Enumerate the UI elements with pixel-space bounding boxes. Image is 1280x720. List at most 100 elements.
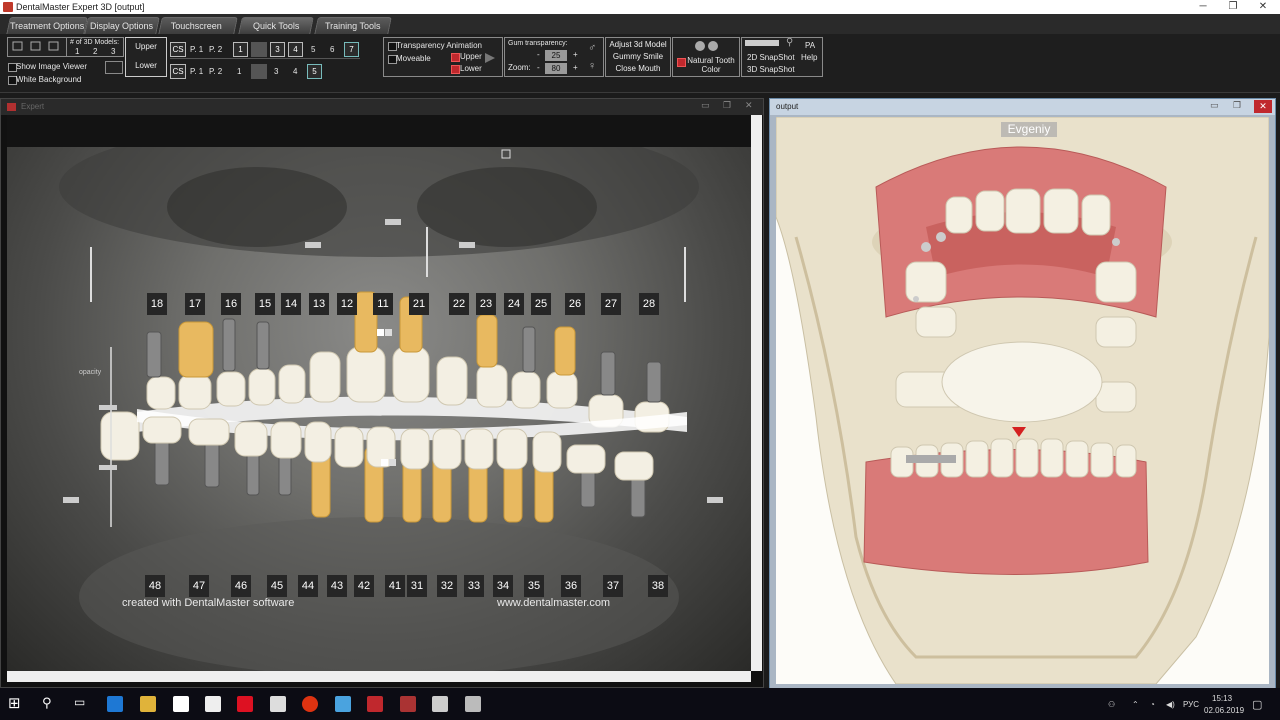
model-2-button[interactable]: 2	[93, 47, 97, 56]
teeth-model[interactable]	[7, 147, 751, 671]
horizontal-scrollbar[interactable]	[7, 671, 751, 682]
expert-minimize-button[interactable]: ▭	[701, 100, 710, 111]
layout-icon[interactable]	[105, 61, 123, 74]
view-mode-icons[interactable]	[8, 38, 66, 56]
lower-button[interactable]: Lower	[126, 60, 166, 72]
lower-tooth-label-33[interactable]: 33	[464, 575, 484, 597]
lower-tooth-label-45[interactable]: 45	[267, 575, 287, 597]
snapshot-3d-button[interactable]: 3D SnapShot	[747, 65, 795, 74]
output-maximize-button[interactable]: ❐	[1233, 100, 1241, 111]
upper-tooth-label-25[interactable]: 25	[531, 293, 551, 315]
upper-tooth-label-17[interactable]: 17	[185, 293, 205, 315]
volume-icon[interactable]: ◀)	[1166, 700, 1175, 709]
expert-close-button[interactable]: ✕	[745, 100, 753, 111]
skull-model[interactable]	[776, 117, 1269, 684]
play-icon[interactable]	[484, 52, 496, 64]
pa-button[interactable]: PA	[805, 41, 815, 50]
cs-lower-button[interactable]: CS	[170, 64, 186, 79]
expert-maximize-button[interactable]: ❐	[723, 100, 731, 111]
gum-plus-button[interactable]: +	[573, 50, 578, 59]
task-view-icon[interactable]: ▭	[74, 695, 85, 709]
explorer-icon[interactable]	[140, 696, 156, 712]
upper-tooth-label-24[interactable]: 24	[504, 293, 524, 315]
upper-6-button[interactable]: 6	[330, 45, 334, 54]
edge-icon[interactable]	[107, 696, 123, 712]
natural-tooth-color-checkbox[interactable]	[677, 58, 686, 67]
gummy-smile-button[interactable]: Gummy Smile	[606, 51, 670, 63]
dentalmaster3d-icon[interactable]	[400, 696, 416, 712]
maximize-button[interactable]: ❐	[1216, 0, 1250, 14]
upper-tooth-label-28[interactable]: 28	[639, 293, 659, 315]
printer-icon[interactable]	[432, 696, 448, 712]
lower-5-button[interactable]: 5	[307, 64, 322, 79]
people-icon[interactable]: ⚇	[1108, 700, 1115, 709]
upper-tooth-label-15[interactable]: 15	[255, 293, 275, 315]
lower-3-button[interactable]: 3	[274, 67, 278, 76]
clock-date[interactable]: 02.06.2019	[1204, 706, 1244, 715]
lower-tooth-label-36[interactable]: 36	[561, 575, 581, 597]
lower-tooth-label-47[interactable]: 47	[189, 575, 209, 597]
upper-tooth-label-14[interactable]: 14	[281, 293, 301, 315]
upper-7-button[interactable]: 7	[344, 42, 359, 57]
upper-tooth-label-11[interactable]: 11	[373, 293, 393, 315]
gum-minus-button[interactable]: -	[537, 50, 540, 59]
language-indicator[interactable]: РУС	[1183, 700, 1199, 709]
lower-2-button[interactable]	[251, 64, 267, 79]
lower-tooth-label-38[interactable]: 38	[648, 575, 668, 597]
upper-1-button[interactable]: 1	[233, 42, 248, 57]
tab-display-options[interactable]: Display Options	[84, 17, 160, 35]
monitor-icon[interactable]	[335, 696, 351, 712]
document-icon[interactable]	[173, 696, 189, 712]
store-icon[interactable]	[205, 696, 221, 712]
minimize-button[interactable]: ─	[1186, 0, 1220, 14]
output-minimize-button[interactable]: ▭	[1210, 100, 1219, 111]
dentalmaster-icon[interactable]	[367, 696, 383, 712]
lower-tooth-label-32[interactable]: 32	[437, 575, 457, 597]
lower-tooth-label-34[interactable]: 34	[493, 575, 513, 597]
lower-tooth-label-35[interactable]: 35	[524, 575, 544, 597]
p2-upper-button[interactable]: P. 2	[209, 45, 222, 54]
vertical-scrollbar[interactable]	[751, 115, 762, 671]
close-button[interactable]: ✕	[1246, 0, 1280, 14]
clock-time[interactable]: 15:13	[1212, 694, 1232, 703]
upper-tooth-label-23[interactable]: 23	[476, 293, 496, 315]
output-close-button[interactable]: ✕	[1254, 100, 1272, 113]
adjust-3d-model-button[interactable]: Adjust 3d Model	[606, 39, 670, 51]
lower-1-button[interactable]: 1	[237, 67, 241, 76]
tab-training-tools[interactable]: Training Tools	[314, 17, 392, 35]
start-button[interactable]: ⊞	[8, 694, 21, 712]
cs-upper-button[interactable]: CS	[170, 42, 186, 57]
lower-tooth-label-43[interactable]: 43	[327, 575, 347, 597]
upper-4-button[interactable]: 4	[288, 42, 303, 57]
lower-tooth-label-48[interactable]: 48	[145, 575, 165, 597]
lower-tooth-label-31[interactable]: 31	[407, 575, 427, 597]
search-icon[interactable]: ⚲	[42, 695, 52, 711]
snapshot-2d-button[interactable]: 2D SnapShot	[747, 53, 795, 62]
lower-tooth-label-37[interactable]: 37	[603, 575, 623, 597]
3d-model-viewport[interactable]: Evgeniy	[776, 117, 1269, 684]
lower-tooth-label-41[interactable]: 41	[385, 575, 405, 597]
upper-tooth-label-18[interactable]: 18	[147, 293, 167, 315]
female-icon[interactable]: ♀	[588, 60, 596, 72]
upper-3-button[interactable]: 3	[270, 42, 285, 57]
upper-tooth-label-27[interactable]: 27	[601, 293, 621, 315]
upper-tooth-label-22[interactable]: 22	[449, 293, 469, 315]
anim-upper-checkbox[interactable]	[451, 53, 460, 62]
tab-quick-tools[interactable]: Quick Tools	[238, 17, 314, 35]
upper-2-button[interactable]	[251, 42, 267, 57]
mail-icon[interactable]	[270, 696, 286, 712]
upper-tooth-label-26[interactable]: 26	[565, 293, 585, 315]
p2-lower-button[interactable]: P. 2	[209, 67, 222, 76]
network-icon[interactable]: ◔	[1150, 700, 1155, 709]
panoramic-xray-canvas[interactable]: opacity 18 17 16 15 14 13 12 11 21 22 23 24 25 26 27 28…	[7, 147, 751, 671]
yandex-icon[interactable]	[237, 696, 253, 712]
anim-lower-checkbox[interactable]	[451, 65, 460, 74]
p1-lower-button[interactable]: P. 1	[190, 67, 203, 76]
lower-tooth-label-42[interactable]: 42	[354, 575, 374, 597]
tab-touchscreen-tools[interactable]: Touchscreen Tools	[158, 17, 238, 47]
zoom-plus-button[interactable]: +	[573, 63, 578, 72]
model-3-button[interactable]: 3	[111, 47, 115, 56]
tray-chevron-icon[interactable]: ⌃	[1132, 700, 1139, 709]
upper-tooth-label-13[interactable]: 13	[309, 293, 329, 315]
lower-tooth-label-44[interactable]: 44	[298, 575, 318, 597]
